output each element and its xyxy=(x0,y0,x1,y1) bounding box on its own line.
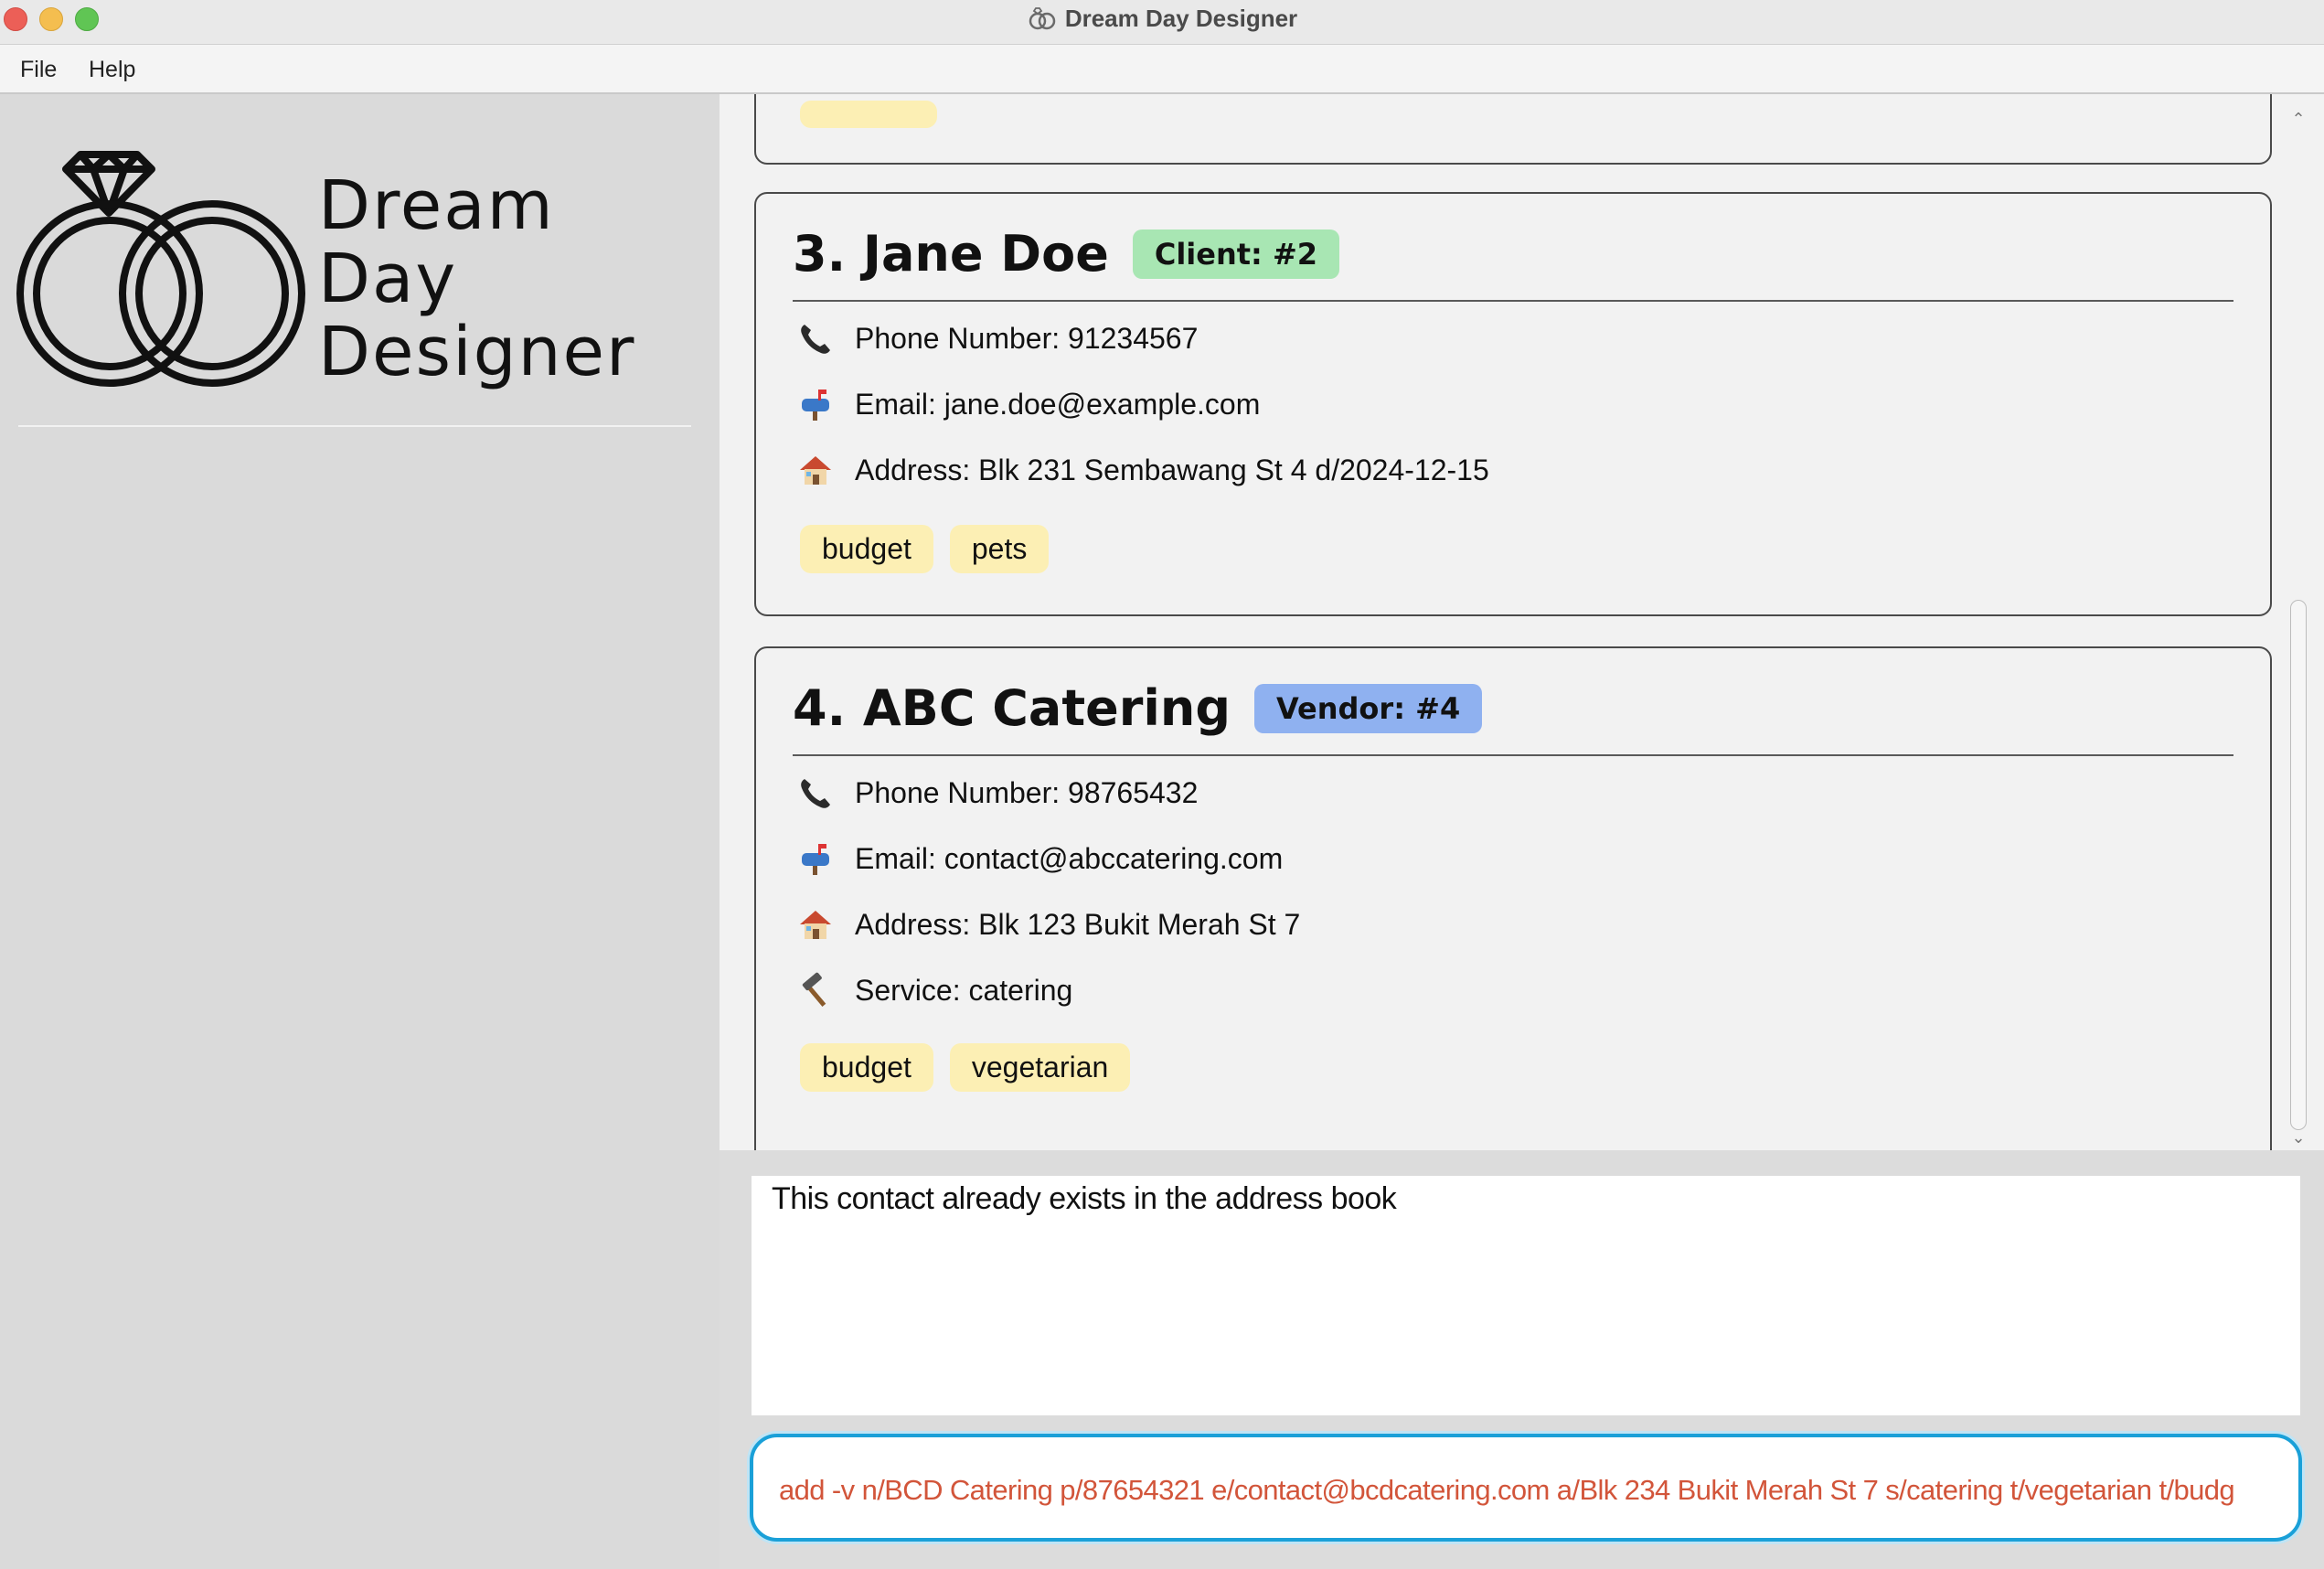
logo-line-2: Day xyxy=(318,240,458,318)
tag-list: budget vegetarian xyxy=(800,1043,1131,1092)
tag-chip: vegetarian xyxy=(949,1043,1131,1092)
mailbox-icon xyxy=(796,840,835,877)
title-bar: Dream Day Designer xyxy=(0,0,2324,45)
phone-field: Phone Number: 91234567 xyxy=(796,320,1198,357)
card-header: 3. Jane Doe Client: #2 xyxy=(793,225,1340,283)
list-scrollbar-thumb[interactable] xyxy=(2290,600,2307,1130)
wedding-rings-logo-icon xyxy=(16,151,305,387)
contact-card[interactable]: 3. Jane Doe Client: #2 Phone Number: 912… xyxy=(754,192,2272,616)
mailbox-icon xyxy=(796,386,835,422)
house-icon xyxy=(796,452,835,488)
tag-chip-partial xyxy=(800,101,937,128)
command-input[interactable] xyxy=(779,1472,2269,1509)
phone-icon xyxy=(796,320,835,357)
window-title: Dream Day Designer xyxy=(0,0,2324,37)
logo-line-3: Designer xyxy=(318,313,636,391)
phone-text: Phone Number: 98765432 xyxy=(855,775,1199,809)
contact-name: 4. ABC Catering xyxy=(793,679,1231,737)
address-field: Address: Blk 231 Sembawang St 4 d/2024-1… xyxy=(796,452,1489,488)
card-divider xyxy=(793,754,2233,756)
house-icon xyxy=(796,906,835,943)
tag-chip: pets xyxy=(949,525,1050,573)
command-box[interactable] xyxy=(750,1434,2302,1542)
service-field: Service: catering xyxy=(796,972,1072,1009)
tag-chip: budget xyxy=(800,1043,933,1092)
card-divider xyxy=(793,300,2233,302)
card-header: 4. ABC Catering Vendor: #4 xyxy=(793,679,1483,737)
client-badge: Client: #2 xyxy=(1132,229,1340,279)
menu-bar: File Help xyxy=(0,45,2324,94)
scroll-up-arrow-icon[interactable]: ⌃ xyxy=(2290,112,2307,128)
contact-card-partial[interactable] xyxy=(754,94,2272,165)
email-text: Email: contact@abccatering.com xyxy=(855,841,1284,875)
contact-list-panel[interactable]: 3. Jane Doe Client: #2 Phone Number: 912… xyxy=(720,94,2324,1150)
scroll-down-arrow-icon[interactable]: ⌄ xyxy=(2290,1130,2307,1147)
sidebar-divider xyxy=(18,425,691,427)
menu-help[interactable]: Help xyxy=(89,57,135,83)
email-field: Email: contact@abccatering.com xyxy=(796,840,1283,877)
contact-card[interactable]: 4. ABC Catering Vendor: #4 Phone Number:… xyxy=(754,646,2272,1150)
menu-file[interactable]: File xyxy=(20,57,57,83)
email-text: Email: jane.doe@example.com xyxy=(855,387,1261,421)
vendor-badge: Vendor: #4 xyxy=(1254,683,1483,733)
phone-icon xyxy=(796,774,835,811)
logo-line-1: Dream xyxy=(318,166,555,245)
window-title-text: Dream Day Designer xyxy=(1064,4,1298,32)
sidebar: Dream Day Designer xyxy=(0,94,720,1569)
hammer-icon xyxy=(796,972,835,1009)
phone-text: Phone Number: 91234567 xyxy=(855,321,1199,355)
address-text: Address: Blk 123 Bukit Merah St 7 xyxy=(855,907,1301,941)
email-field: Email: jane.doe@example.com xyxy=(796,386,1260,422)
tag-chip: budget xyxy=(800,525,933,573)
logo-text: Dream Day Designer xyxy=(318,169,635,389)
result-message: This contact already exists in the addre… xyxy=(772,1181,1397,1216)
rings-icon xyxy=(1029,7,1056,30)
address-text: Address: Blk 231 Sembawang St 4 d/2024-1… xyxy=(855,453,1489,486)
result-display: This contact already exists in the addre… xyxy=(752,1176,2300,1415)
phone-field: Phone Number: 98765432 xyxy=(796,774,1198,811)
service-text: Service: catering xyxy=(855,973,1073,1007)
contact-name: 3. Jane Doe xyxy=(793,225,1109,283)
address-field: Address: Blk 123 Bukit Merah St 7 xyxy=(796,906,1300,943)
tag-list: budget pets xyxy=(800,525,1050,573)
